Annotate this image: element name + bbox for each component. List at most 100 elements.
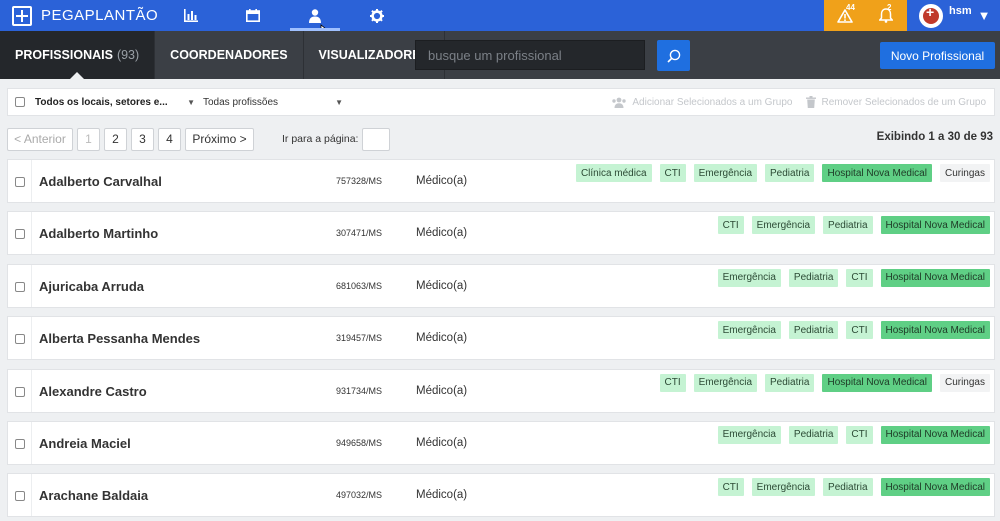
professional-name[interactable]: Ajuricaba Arruda [39, 279, 144, 294]
list-item[interactable]: Andreia Maciel 949658/MS Médico(a) Emergênc… [7, 420, 995, 465]
tab-profissionais[interactable]: PROFISSIONAIS (93) [0, 31, 156, 79]
professional-crm: 497032/MS [336, 490, 383, 501]
profession-filter-select[interactable]: Todas profissões ▼ [203, 97, 343, 108]
professional-role: Médico(a) [416, 332, 468, 345]
list-item[interactable]: Ajuricaba Arruda 681063/MS Médico(a) Emergê… [7, 263, 995, 308]
row-divider [31, 421, 32, 464]
group-tag: Pediatria [765, 373, 815, 392]
select-all-checkbox[interactable] [15, 97, 25, 107]
list-item[interactable]: Alberta Pessanha Mendes 319457/MS Médico(a… [7, 316, 995, 361]
professional-name[interactable]: Arachane Baldaia [39, 488, 148, 503]
alerts-area: 44 2 [824, 0, 907, 31]
group-tag: Emergência [751, 478, 816, 497]
group-tag: Hospital Nova Medical [822, 164, 932, 182]
tag-list: CTI Emergência Pediatria Hospital Nova Medi… [710, 478, 990, 497]
list-item[interactable]: Adalberto Martinho 307471/MS Médico(a) CTI E… [7, 211, 995, 256]
list-item[interactable]: Adalberto Carvalhal 757328/MS Médico(a) Clí… [7, 159, 995, 203]
professional-role: Médico(a) [416, 279, 468, 292]
app-logo[interactable]: PEGAPLANTÃO [0, 0, 160, 31]
professional-crm: 681063/MS [336, 280, 383, 291]
list-item[interactable]: Alexandre Castro 931734/MS Médico(a) CTI Eme… [7, 368, 995, 413]
group-tag: Pediatria [788, 268, 839, 287]
alarm-count-badge: 2 [887, 3, 892, 12]
professional-name[interactable]: Alberta Pessanha Mendes [39, 331, 200, 346]
tab-label: VISUALIZADORES [318, 48, 429, 62]
group-tag: Hospital Nova Medical [880, 268, 990, 287]
remove-from-group-button[interactable]: Remover Selecionados de um Grupo [806, 96, 986, 108]
search-icon [666, 49, 680, 63]
professional-crm: 319457/MS [336, 333, 383, 344]
user-menu[interactable]: hsm ▼ [907, 0, 1000, 31]
group-tag: Pediatria [823, 478, 873, 497]
row-divider [31, 474, 32, 517]
professional-name[interactable]: Andreia Maciel [39, 436, 131, 451]
alarm-alert-button[interactable]: 2 [865, 0, 906, 31]
page-2-button[interactable]: 2 [104, 127, 127, 151]
profession-filter-value: Todas profissões [203, 96, 279, 108]
gear-icon [370, 8, 384, 23]
row-divider [31, 212, 32, 255]
professional-role: Médico(a) [416, 436, 468, 449]
tag-list: Emergência Pediatria CTI Hospital Nova Medi… [710, 425, 990, 444]
warning-count-badge: 44 [846, 3, 855, 12]
person-icon [309, 8, 321, 23]
group-tag: Pediatria [788, 425, 839, 444]
professional-name[interactable]: Alexandre Castro [39, 384, 147, 399]
warning-alert-button[interactable]: 44 [824, 0, 865, 31]
location-filter-value: Todos os locais, setores e... [35, 96, 168, 108]
row-checkbox[interactable] [15, 438, 25, 449]
professional-name[interactable]: Adalberto Martinho [39, 226, 158, 241]
row-checkbox[interactable] [15, 177, 25, 187]
row-checkbox[interactable] [15, 386, 25, 397]
group-tag: Hospital Nova Medical [880, 425, 990, 444]
trash-icon [806, 96, 817, 108]
row-checkbox[interactable] [15, 334, 25, 345]
professional-role: Médico(a) [416, 489, 468, 502]
row-divider [31, 264, 32, 307]
tag-list: CTI Emergência Pediatria Hospital Nova Medi… [652, 373, 990, 392]
group-tag: CTI [846, 268, 873, 287]
professional-name[interactable]: Adalberto Carvalhal [39, 174, 162, 189]
page-1-button[interactable]: 1 [77, 127, 100, 151]
tab-count: (93) [116, 48, 140, 62]
page-4-button[interactable]: 4 [158, 127, 181, 151]
tag-list: CTI Emergência Pediatria Hospital Nova Medi… [710, 216, 990, 235]
group-tag: Hospital Nova Medical [880, 478, 990, 497]
nav-settings[interactable] [346, 0, 408, 31]
logo-text: PEGAPLANTÃO [41, 7, 159, 24]
nav-calendar[interactable] [222, 0, 284, 31]
row-divider [31, 317, 32, 360]
group-tag: CTI [717, 216, 744, 235]
professional-role: Médico(a) [416, 175, 468, 187]
add-to-group-label: Adicionar Selecionados a um Grupo [632, 96, 793, 108]
group-tag: CTI [659, 164, 686, 182]
professional-crm: 307471/MS [336, 228, 383, 239]
next-page-button[interactable]: Próximo > [185, 127, 254, 151]
add-to-group-button[interactable]: Adicionar Selecionados a um Grupo [611, 97, 792, 108]
row-checkbox[interactable] [15, 281, 25, 292]
tab-coordenadores[interactable]: COORDENADORES [155, 31, 304, 79]
remove-from-group-label: Remover Selecionados de um Grupo [821, 96, 986, 108]
search-button[interactable] [657, 40, 690, 71]
pagination: < Anterior 1 2 3 4 Próximo > Ir para a p… [7, 127, 391, 151]
tag-list: Clínica médica CTI Emergência Pediatria Hosp… [568, 164, 990, 182]
tab-label: PROFISSIONAIS [15, 48, 113, 62]
list-item[interactable]: Arachane Baldaia 497032/MS Médico(a) CTI Eme… [7, 473, 995, 518]
bar-chart-icon [184, 9, 198, 22]
nav-reports[interactable] [160, 0, 222, 31]
new-professional-button[interactable]: Novo Profissional [880, 42, 995, 69]
calendar-icon [246, 9, 260, 22]
page-3-button[interactable]: 3 [131, 127, 154, 151]
row-checkbox[interactable] [15, 229, 25, 240]
previous-page-button[interactable]: < Anterior [7, 127, 73, 151]
location-filter-select[interactable]: Todos os locais, setores e... ▼ [35, 97, 195, 108]
row-checkbox[interactable] [15, 491, 25, 502]
group-tag: Emergência [693, 373, 757, 392]
goto-page-input[interactable] [362, 127, 391, 151]
group-tag: CTI [846, 321, 873, 340]
group-icon [612, 97, 627, 108]
nav-professionals[interactable] [284, 0, 346, 36]
professional-crm: 949658/MS [336, 437, 383, 448]
group-tag: Clínica médica [575, 164, 652, 182]
search-input[interactable] [415, 40, 645, 70]
